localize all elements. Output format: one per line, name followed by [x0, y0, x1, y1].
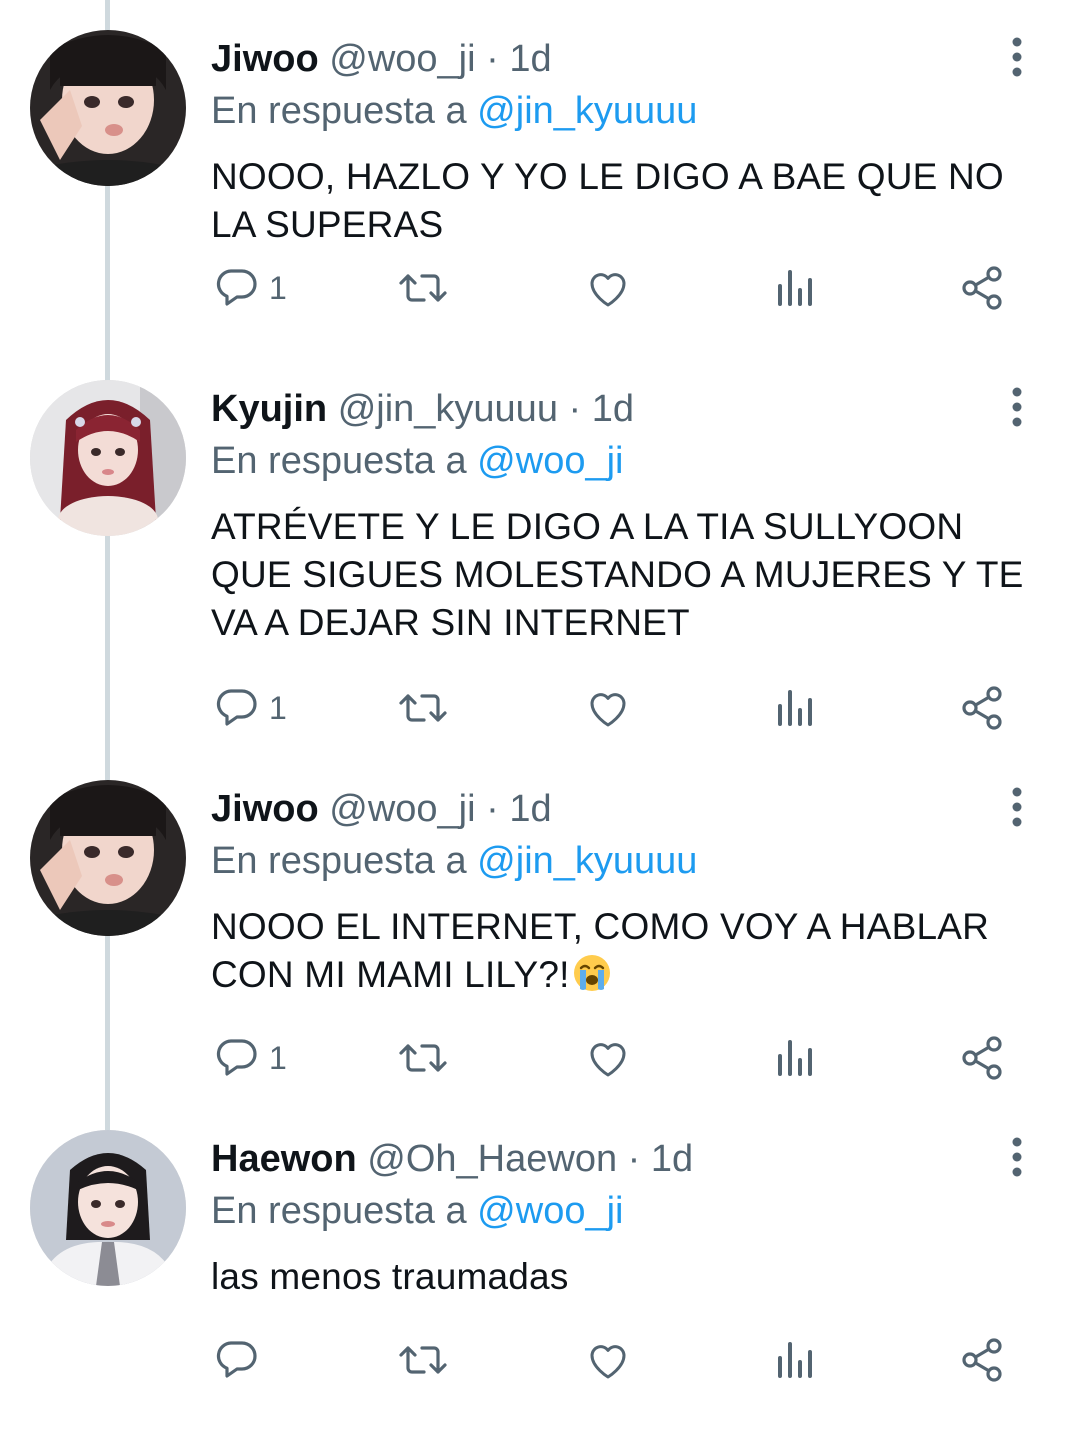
retweet-icon	[396, 264, 450, 312]
views-icon	[774, 1336, 816, 1384]
timestamp[interactable]: 1d	[651, 1138, 693, 1180]
share-icon	[958, 1336, 1006, 1384]
tweet-header: Kyujin @jin_kyuuuu · 1d	[211, 386, 634, 432]
like-button[interactable]	[584, 1030, 632, 1086]
more-icon[interactable]	[1000, 786, 1034, 828]
share-icon	[958, 684, 1006, 732]
user-handle[interactable]: @woo_ji	[329, 788, 475, 830]
avatar[interactable]	[30, 380, 186, 536]
retweet-button[interactable]	[396, 1030, 450, 1086]
avatar[interactable]	[30, 30, 186, 186]
mention-link[interactable]: @woo_ji	[477, 1190, 623, 1232]
retweet-button[interactable]	[396, 260, 450, 316]
replying-prefix: En respuesta a	[211, 440, 467, 482]
reply-icon	[213, 1034, 261, 1082]
tweet-text: ATRÉVETE Y LE DIGO A LA TIA SULLYOON QUE…	[211, 506, 1024, 643]
retweet-icon	[396, 1336, 450, 1384]
tweet[interactable]: Kyujin @jin_kyuuuu · 1d En respuesta a @…	[0, 350, 1080, 730]
separator: ·	[486, 788, 499, 830]
reply-button[interactable]: 1	[213, 260, 287, 316]
mention-link[interactable]: @woo_ji	[477, 440, 623, 482]
tweet-header: Haewon @Oh_Haewon · 1d	[211, 1136, 693, 1182]
tweet-header: Jiwoo @woo_ji · 1d	[211, 786, 552, 832]
separator: ·	[627, 1138, 641, 1180]
share-button[interactable]	[958, 1030, 1006, 1086]
timestamp[interactable]: 1d	[509, 788, 551, 830]
replying-prefix: En respuesta a	[211, 90, 467, 132]
mention-link[interactable]: @jin_kyuuuu	[477, 90, 697, 132]
reply-button[interactable]	[213, 1332, 269, 1388]
views-icon	[774, 684, 816, 732]
reply-icon	[213, 1336, 261, 1384]
avatar[interactable]	[30, 1130, 186, 1286]
reply-count: 1	[269, 1039, 287, 1076]
views-button[interactable]	[774, 260, 816, 316]
reply-icon	[213, 684, 261, 732]
reply-count: 1	[269, 689, 287, 726]
tweet[interactable]: Jiwoo @woo_ji · 1d En respuesta a @jin_k…	[0, 750, 1080, 1100]
views-icon	[774, 1034, 816, 1082]
replying-to: En respuesta a @jin_kyuuuu	[211, 838, 697, 884]
like-icon	[584, 684, 632, 732]
retweet-icon	[396, 1034, 450, 1082]
retweet-button[interactable]	[396, 1332, 450, 1388]
avatar[interactable]	[30, 780, 186, 936]
reply-button[interactable]: 1	[213, 680, 287, 736]
display-name[interactable]: Kyujin	[211, 388, 327, 430]
replying-prefix: En respuesta a	[211, 1190, 467, 1232]
action-bar	[0, 1332, 1080, 1388]
reply-icon	[213, 264, 261, 312]
like-icon	[584, 1336, 632, 1384]
views-button[interactable]	[774, 680, 816, 736]
display-name[interactable]: Jiwoo	[211, 788, 319, 830]
mention-link[interactable]: @jin_kyuuuu	[477, 840, 697, 882]
tweet-text: NOOO EL INTERNET, COMO VOY A HABLAR CON …	[211, 903, 1051, 999]
loudly-crying-face-icon	[572, 953, 612, 993]
share-icon	[958, 1034, 1006, 1082]
share-button[interactable]	[958, 260, 1006, 316]
tweet-header: Jiwoo @woo_ji · 1d	[211, 36, 552, 82]
tweet[interactable]: Jiwoo @woo_ji · 1d En respuesta a @jin_k…	[0, 0, 1080, 350]
user-handle[interactable]: @jin_kyuuuu	[338, 388, 558, 430]
replying-to: En respuesta a @woo_ji	[211, 438, 623, 484]
replying-prefix: En respuesta a	[211, 840, 467, 882]
more-icon[interactable]	[1000, 386, 1034, 428]
reply-count: 1	[269, 269, 287, 306]
display-name[interactable]: Haewon	[211, 1138, 357, 1180]
action-bar: 1	[0, 680, 1080, 736]
views-icon	[774, 264, 816, 312]
timestamp[interactable]: 1d	[509, 38, 551, 80]
tweet-text: NOOO, HAZLO Y YO LE DIGO A BAE QUE NO LA…	[211, 156, 1004, 245]
views-button[interactable]	[774, 1030, 816, 1086]
retweet-button[interactable]	[396, 680, 450, 736]
like-button[interactable]	[584, 680, 632, 736]
share-button[interactable]	[958, 680, 1006, 736]
timestamp[interactable]: 1d	[592, 388, 634, 430]
retweet-icon	[396, 684, 450, 732]
like-icon	[584, 1034, 632, 1082]
tweet-text: las menos traumadas	[211, 1256, 569, 1297]
like-button[interactable]	[584, 260, 632, 316]
reply-button[interactable]: 1	[213, 1030, 287, 1086]
user-handle[interactable]: @woo_ji	[329, 38, 475, 80]
tweet[interactable]: Haewon @Oh_Haewon · 1d En respuesta a @w…	[0, 1100, 1080, 1450]
separator: ·	[568, 388, 582, 430]
replying-to: En respuesta a @jin_kyuuuu	[211, 88, 697, 134]
replying-to: En respuesta a @woo_ji	[211, 1188, 623, 1234]
like-button[interactable]	[584, 1332, 632, 1388]
action-bar: 1	[0, 1030, 1080, 1086]
user-handle[interactable]: @Oh_Haewon	[367, 1138, 617, 1180]
display-name[interactable]: Jiwoo	[211, 38, 319, 80]
share-icon	[958, 264, 1006, 312]
views-button[interactable]	[774, 1332, 816, 1388]
separator: ·	[486, 38, 499, 80]
more-icon[interactable]	[1000, 1136, 1034, 1178]
like-icon	[584, 264, 632, 312]
share-button[interactable]	[958, 1332, 1006, 1388]
action-bar: 1	[0, 260, 1080, 316]
more-icon[interactable]	[1000, 36, 1034, 78]
